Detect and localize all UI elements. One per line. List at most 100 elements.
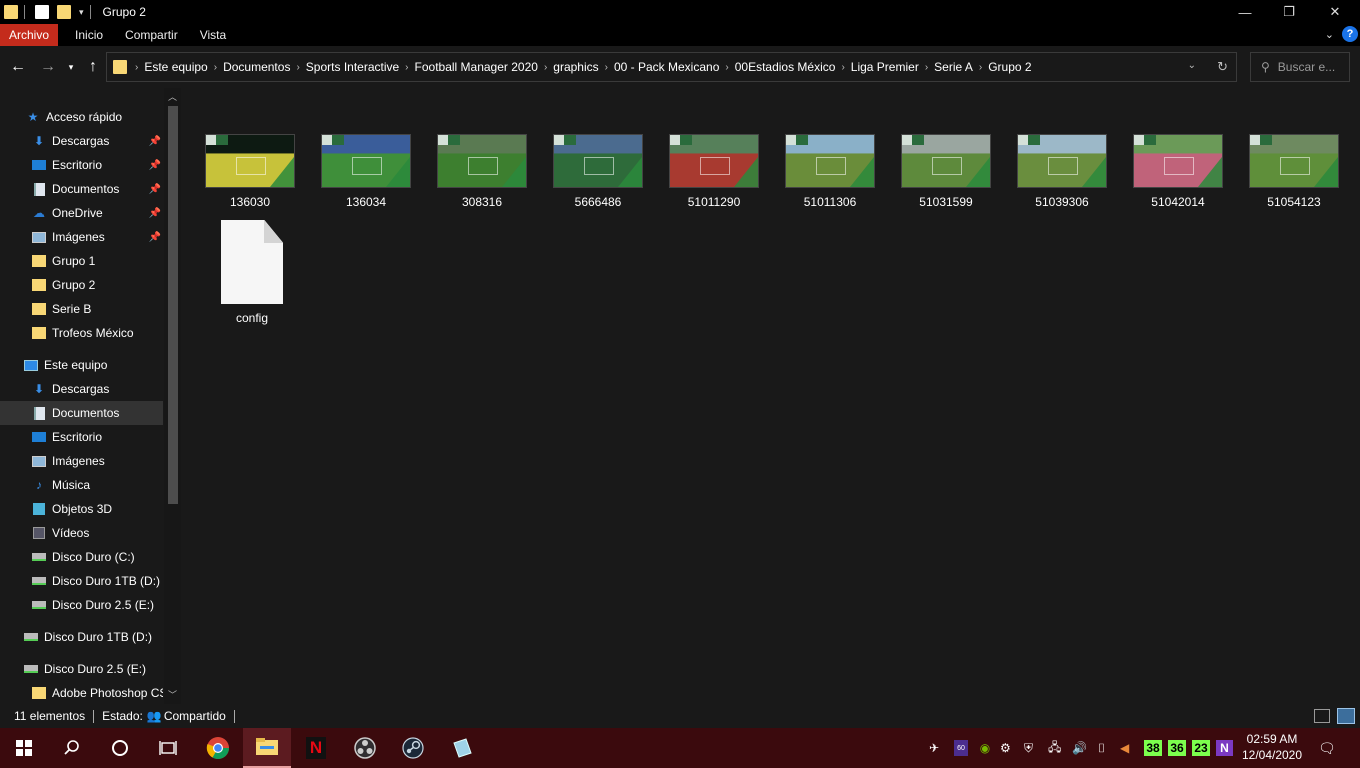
properties-icon[interactable] (35, 5, 49, 19)
security-icon[interactable]: ⛨ (1024, 740, 1033, 756)
sidebar-item-quick-access[interactable]: ★ Acceso rápido (0, 105, 163, 129)
chrome-icon[interactable] (194, 728, 242, 768)
sidebar-item-this-pc[interactable]: Este equipo (0, 353, 163, 377)
file-item-image[interactable]: 51042014 (1122, 134, 1234, 209)
nvidia-icon[interactable]: ◉ (977, 740, 993, 756)
file-item-image[interactable]: 51054123 (1238, 134, 1350, 209)
sidebar-item[interactable]: Escritorio 📌 (0, 153, 163, 177)
volume-icon[interactable]: 🔊 (1072, 740, 1087, 756)
steam-icon[interactable] (389, 728, 437, 768)
sidebar-item[interactable]: Escritorio (0, 425, 163, 449)
sidebar-item[interactable]: Serie B (0, 297, 163, 321)
file-item-image[interactable]: 136030 (194, 134, 306, 209)
file-item-image[interactable]: 51011306 (774, 134, 886, 209)
sidebar-item[interactable]: ⬇ Descargas (0, 377, 163, 401)
sidebar-item[interactable]: Disco Duro (C:) (0, 545, 163, 569)
sidebar-item[interactable]: Objetos 3D (0, 497, 163, 521)
breadcrumb-item[interactable]: Sports Interactive (302, 60, 403, 74)
sidebar-item[interactable]: ☁ OneDrive 📌 (0, 201, 163, 225)
breadcrumb-item[interactable]: Grupo 2 (984, 60, 1035, 74)
breadcrumb-separator-icon[interactable]: › (603, 62, 610, 73)
breadcrumb-item[interactable]: Este equipo (140, 60, 211, 74)
breadcrumb-item[interactable]: Liga Premier (847, 60, 923, 74)
breadcrumb-separator-icon[interactable]: › (212, 62, 219, 73)
back-icon[interactable]: ← (8, 56, 28, 78)
scroll-up-icon[interactable]: ︿ (168, 90, 177, 103)
file-item-image[interactable]: 51031599 (890, 134, 1002, 209)
scrollbar-thumb[interactable] (168, 106, 178, 504)
breadcrumb-separator-icon[interactable]: › (923, 62, 930, 73)
breadcrumb-item[interactable]: Documentos (219, 60, 294, 74)
breadcrumb-item[interactable]: 00 - Pack Mexicano (610, 60, 723, 74)
sidebar-item[interactable]: Documentos (0, 401, 163, 425)
refresh-icon[interactable]: ↻ (1217, 59, 1228, 75)
sidebar-item[interactable]: Imágenes 📌 (0, 225, 163, 249)
tab-vista[interactable]: Vista (191, 24, 235, 46)
expand-ribbon-icon[interactable]: ⌄ (1325, 28, 1334, 41)
onenote-icon[interactable]: N (1216, 740, 1233, 756)
start-icon[interactable] (0, 728, 48, 768)
search-input[interactable]: ⚲ Buscar e... (1250, 52, 1350, 82)
airplane-icon[interactable]: ✈ (929, 740, 939, 756)
breadcrumb-item[interactable]: Serie A (930, 60, 977, 74)
breadcrumb-item[interactable]: graphics (549, 60, 602, 74)
sidebar-item[interactable]: ♪ Música (0, 473, 163, 497)
sidebar-item[interactable]: Vídeos (0, 521, 163, 545)
notes-icon[interactable] (438, 728, 486, 768)
address-bar[interactable]: › Este equipo › Documentos › Sports Interacti… (106, 52, 1237, 82)
sidebar-item[interactable]: Grupo 2 (0, 273, 163, 297)
recent-locations-icon[interactable]: ▾ (64, 56, 78, 78)
file-explorer-icon[interactable] (243, 728, 291, 768)
breadcrumb-separator-icon[interactable]: › (723, 62, 730, 73)
breadcrumb-separator-icon[interactable]: › (133, 62, 140, 73)
breadcrumb-item[interactable]: 00Estadios México (731, 60, 840, 74)
breadcrumb-item[interactable]: Football Manager 2020 (411, 60, 542, 74)
sidebar-item[interactable]: Adobe Photoshop CS (0, 681, 163, 704)
breadcrumb-separator-icon[interactable]: › (294, 62, 301, 73)
scroll-down-icon[interactable]: ﹀ (168, 688, 177, 701)
tab-compartir[interactable]: Compartir (116, 24, 187, 46)
file-item-image[interactable]: 51039306 (1006, 134, 1118, 209)
sidebar-item-drive[interactable]: Disco Duro 1TB (D:) (0, 625, 163, 649)
file-item-image[interactable]: 51011290 (658, 134, 770, 209)
cortana-icon[interactable] (96, 728, 144, 768)
minimize-button[interactable]: — (1222, 0, 1268, 24)
file-item-image[interactable]: 136034 (310, 134, 422, 209)
sidebar-item-drive[interactable]: Disco Duro 2.5 (E:) (0, 657, 163, 681)
fps-monitor-icon[interactable]: 60 (954, 740, 968, 756)
breadcrumb-separator-icon[interactable]: › (977, 62, 984, 73)
sidebar-item[interactable]: Documentos 📌 (0, 177, 163, 201)
breadcrumb-separator-icon[interactable]: › (403, 62, 410, 73)
file-item-image[interactable]: 5666486 (542, 134, 654, 209)
breadcrumb-separator-icon[interactable]: › (542, 62, 549, 73)
large-icons-view-icon[interactable] (1337, 708, 1355, 724)
netflix-icon[interactable]: N (292, 728, 340, 768)
sidebar-scrollbar[interactable]: ︿ ﹀ (164, 88, 181, 704)
clock[interactable]: 02:59 AM 12/04/2020 (1240, 731, 1304, 763)
obs-icon[interactable] (341, 728, 389, 768)
usb-icon[interactable]: ⌷ (1098, 740, 1105, 756)
sidebar-item[interactable]: Disco Duro 1TB (D:) (0, 569, 163, 593)
sidebar-item[interactable]: Imágenes (0, 449, 163, 473)
file-item-document[interactable]: config (196, 220, 308, 325)
help-icon[interactable]: ? (1342, 26, 1358, 42)
maximize-button[interactable]: ❐ (1266, 0, 1312, 24)
file-item-image[interactable]: 308316 (426, 134, 538, 209)
sidebar-item[interactable]: Grupo 1 (0, 249, 163, 273)
breadcrumb-separator-icon[interactable]: › (839, 62, 846, 73)
task-view-icon[interactable] (144, 728, 192, 768)
forward-icon[interactable]: → (38, 56, 58, 78)
address-dropdown-icon[interactable]: ⌄ (1188, 60, 1196, 71)
steam-tray-icon[interactable]: ⚙ (1000, 740, 1011, 756)
new-folder-icon[interactable] (57, 5, 71, 19)
speaker-icon[interactable]: ◀ (1120, 740, 1129, 756)
up-icon[interactable]: ↑ (84, 56, 102, 78)
notifications-icon[interactable]: 🗨 (1318, 740, 1336, 756)
tab-inicio[interactable]: Inicio (66, 24, 112, 46)
details-view-icon[interactable] (1314, 709, 1330, 723)
customize-toolbar-icon[interactable]: ▾ (79, 7, 84, 18)
network-icon[interactable]: 🖧 (1048, 740, 1061, 756)
tab-archivo[interactable]: Archivo (0, 24, 59, 46)
sidebar-item[interactable]: ⬇ Descargas 📌 (0, 129, 163, 153)
sidebar-item[interactable]: Trofeos México (0, 321, 163, 345)
